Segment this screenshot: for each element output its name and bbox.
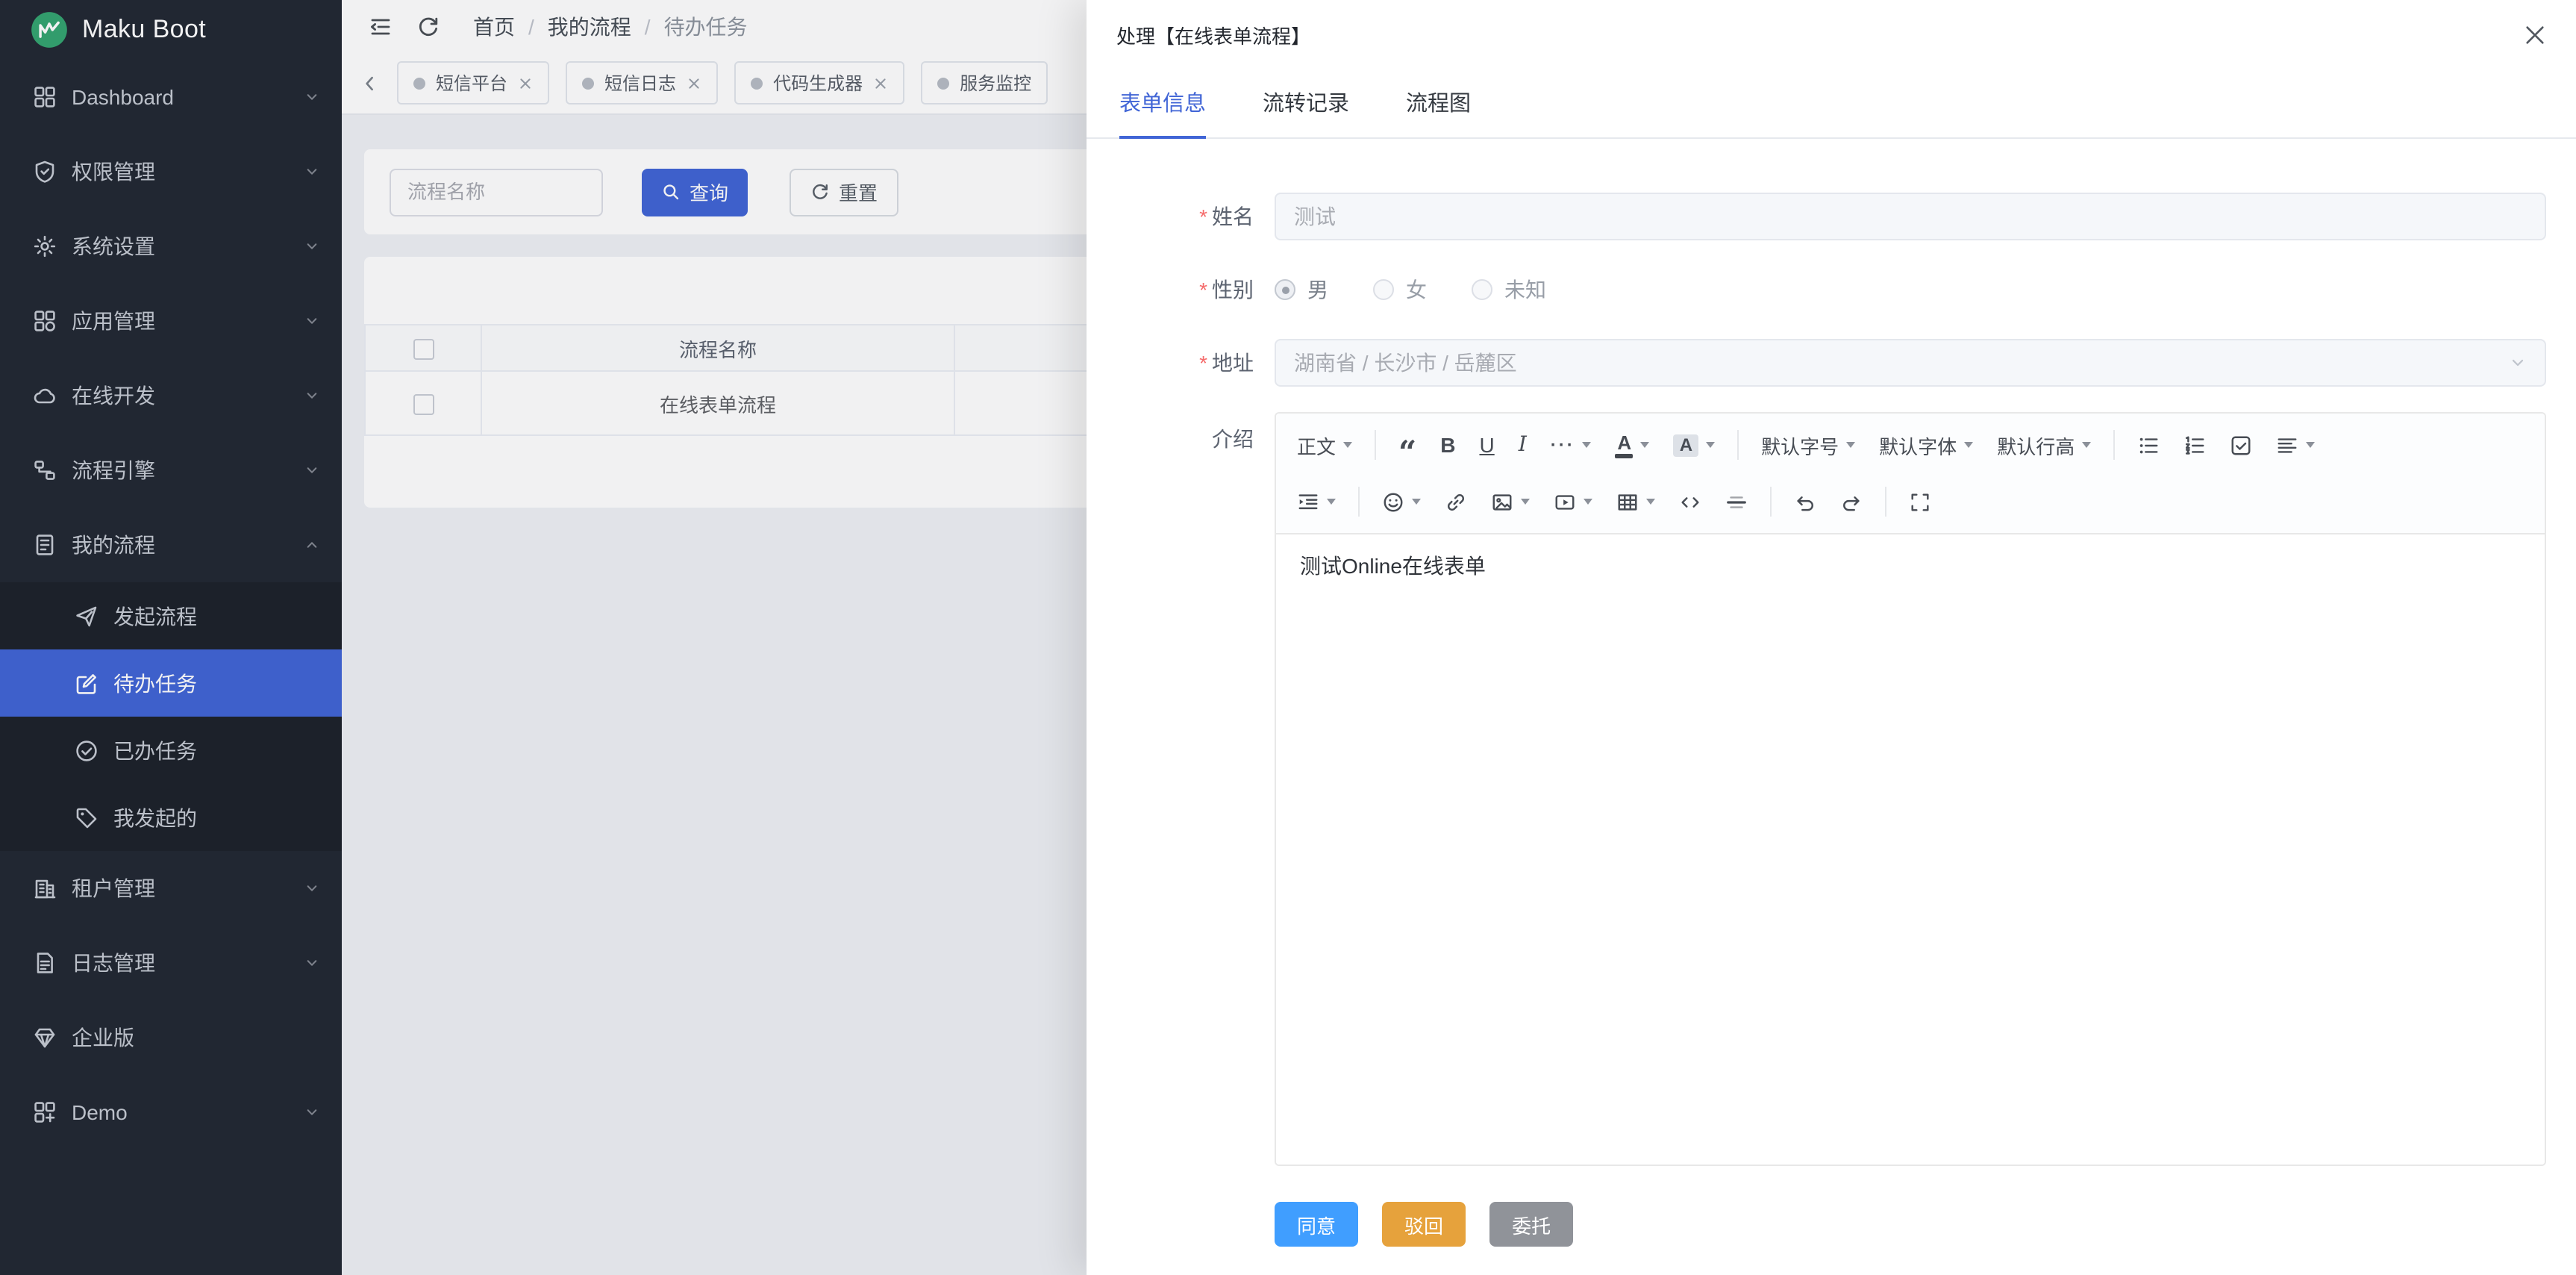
gender-radio-group: 男 女 未知 — [1275, 266, 1546, 314]
underline-icon[interactable]: U — [1469, 424, 1504, 466]
font-color-icon[interactable]: A — [1605, 424, 1660, 466]
font-size-dropdown[interactable]: 默认字号 — [1751, 424, 1866, 466]
rich-text-editor: 正文 “ B U I ··· A A 默认字号 默认字体 默 — [1275, 412, 2546, 1166]
form-row-gender: *性别 男 女 未知 — [1122, 266, 2546, 314]
editor-content[interactable]: 测试Online在线表单 — [1276, 534, 2545, 1165]
gender-radio-female: 女 — [1373, 275, 1427, 305]
toolbar-divider — [2113, 430, 2115, 460]
video-dropdown[interactable] — [1543, 481, 1603, 523]
toolbar-divider — [1737, 430, 1739, 460]
form-row-address: *地址 湖南省 / 长沙市 / 岳麓区 — [1122, 339, 2546, 387]
radio-icon — [1472, 279, 1492, 300]
toolbar-divider — [1885, 487, 1886, 517]
radio-icon — [1373, 279, 1394, 300]
indent-dropdown[interactable] — [1287, 481, 1346, 523]
image-dropdown[interactable] — [1481, 481, 1540, 523]
address-label: *地址 — [1122, 348, 1254, 378]
ordered-list-icon[interactable] — [2173, 424, 2216, 466]
name-field — [1275, 193, 2546, 240]
undo-icon[interactable] — [1783, 481, 1827, 523]
todo-list-icon[interactable] — [2219, 424, 2263, 466]
tab-flow-diagram[interactable]: 流程图 — [1406, 87, 1471, 137]
chevron-down-icon — [2509, 354, 2527, 372]
redo-icon[interactable] — [1830, 481, 1873, 523]
more-style-dropdown[interactable]: ··· — [1540, 424, 1602, 466]
code-block-icon[interactable] — [1669, 481, 1712, 523]
process-drawer: 处理【在线表单流程】 表单信息 流转记录 流程图 *姓名 *性别 男 — [1087, 0, 2576, 1275]
tab-flow-records[interactable]: 流转记录 — [1263, 87, 1349, 137]
tab-form-info[interactable]: 表单信息 — [1119, 87, 1206, 137]
line-height-dropdown[interactable]: 默认行高 — [1986, 424, 2101, 466]
font-family-dropdown[interactable]: 默认字体 — [1869, 424, 1983, 466]
drawer-tabs: 表单信息 流转记录 流程图 — [1087, 69, 2576, 139]
agree-button[interactable]: 同意 — [1275, 1202, 1358, 1247]
emoji-dropdown[interactable] — [1372, 481, 1431, 523]
divider-icon[interactable] — [1715, 481, 1758, 523]
drawer-body: *姓名 *性别 男 女 未知 — [1087, 139, 2576, 1275]
table-dropdown[interactable] — [1606, 481, 1666, 523]
address-select: 湖南省 / 长沙市 / 岳麓区 — [1275, 339, 2546, 387]
editor-toolbar: 正文 “ B U I ··· A A 默认字号 默认字体 默 — [1276, 414, 2545, 534]
blockquote-icon[interactable]: “ — [1388, 424, 1427, 466]
name-label: *姓名 — [1122, 202, 1254, 231]
toolbar-row-2 — [1285, 473, 2536, 530]
drawer-header: 处理【在线表单流程】 — [1087, 0, 2576, 69]
paragraph-style-dropdown[interactable]: 正文 — [1287, 424, 1363, 466]
form-row-name: *姓名 — [1122, 193, 2546, 240]
reject-button[interactable]: 驳回 — [1382, 1202, 1466, 1247]
viewport: Maku Boot Dashboard 权限管理 系统设置 — [0, 0, 2576, 1275]
drawer-title: 处理【在线表单流程】 — [1116, 20, 1310, 49]
gender-label: *性别 — [1122, 275, 1254, 305]
toolbar-divider — [1770, 487, 1772, 517]
italic-icon[interactable]: I — [1508, 424, 1537, 466]
drawer-actions: 同意 驳回 委托 — [1275, 1202, 2546, 1247]
bullet-list-icon[interactable] — [2127, 424, 2170, 466]
toolbar-divider — [1375, 430, 1376, 460]
toolbar-divider — [1358, 487, 1360, 517]
radio-checked-icon — [1275, 279, 1295, 300]
align-dropdown[interactable] — [2266, 424, 2325, 466]
gender-radio-unknown: 未知 — [1472, 275, 1546, 305]
link-icon[interactable] — [1434, 481, 1478, 523]
toolbar-row-1: 正文 “ B U I ··· A A 默认字号 默认字体 默 — [1285, 417, 2536, 473]
delegate-button[interactable]: 委托 — [1489, 1202, 1573, 1247]
bold-icon[interactable]: B — [1430, 424, 1466, 466]
bg-color-icon[interactable]: A — [1663, 424, 1725, 466]
close-icon[interactable] — [2524, 23, 2546, 46]
intro-label: 介绍 — [1122, 412, 1254, 454]
gender-radio-male: 男 — [1275, 275, 1328, 305]
form-row-intro: 介绍 正文 “ B U I ··· A A — [1122, 412, 2546, 1166]
fullscreen-icon[interactable] — [1898, 481, 1942, 523]
